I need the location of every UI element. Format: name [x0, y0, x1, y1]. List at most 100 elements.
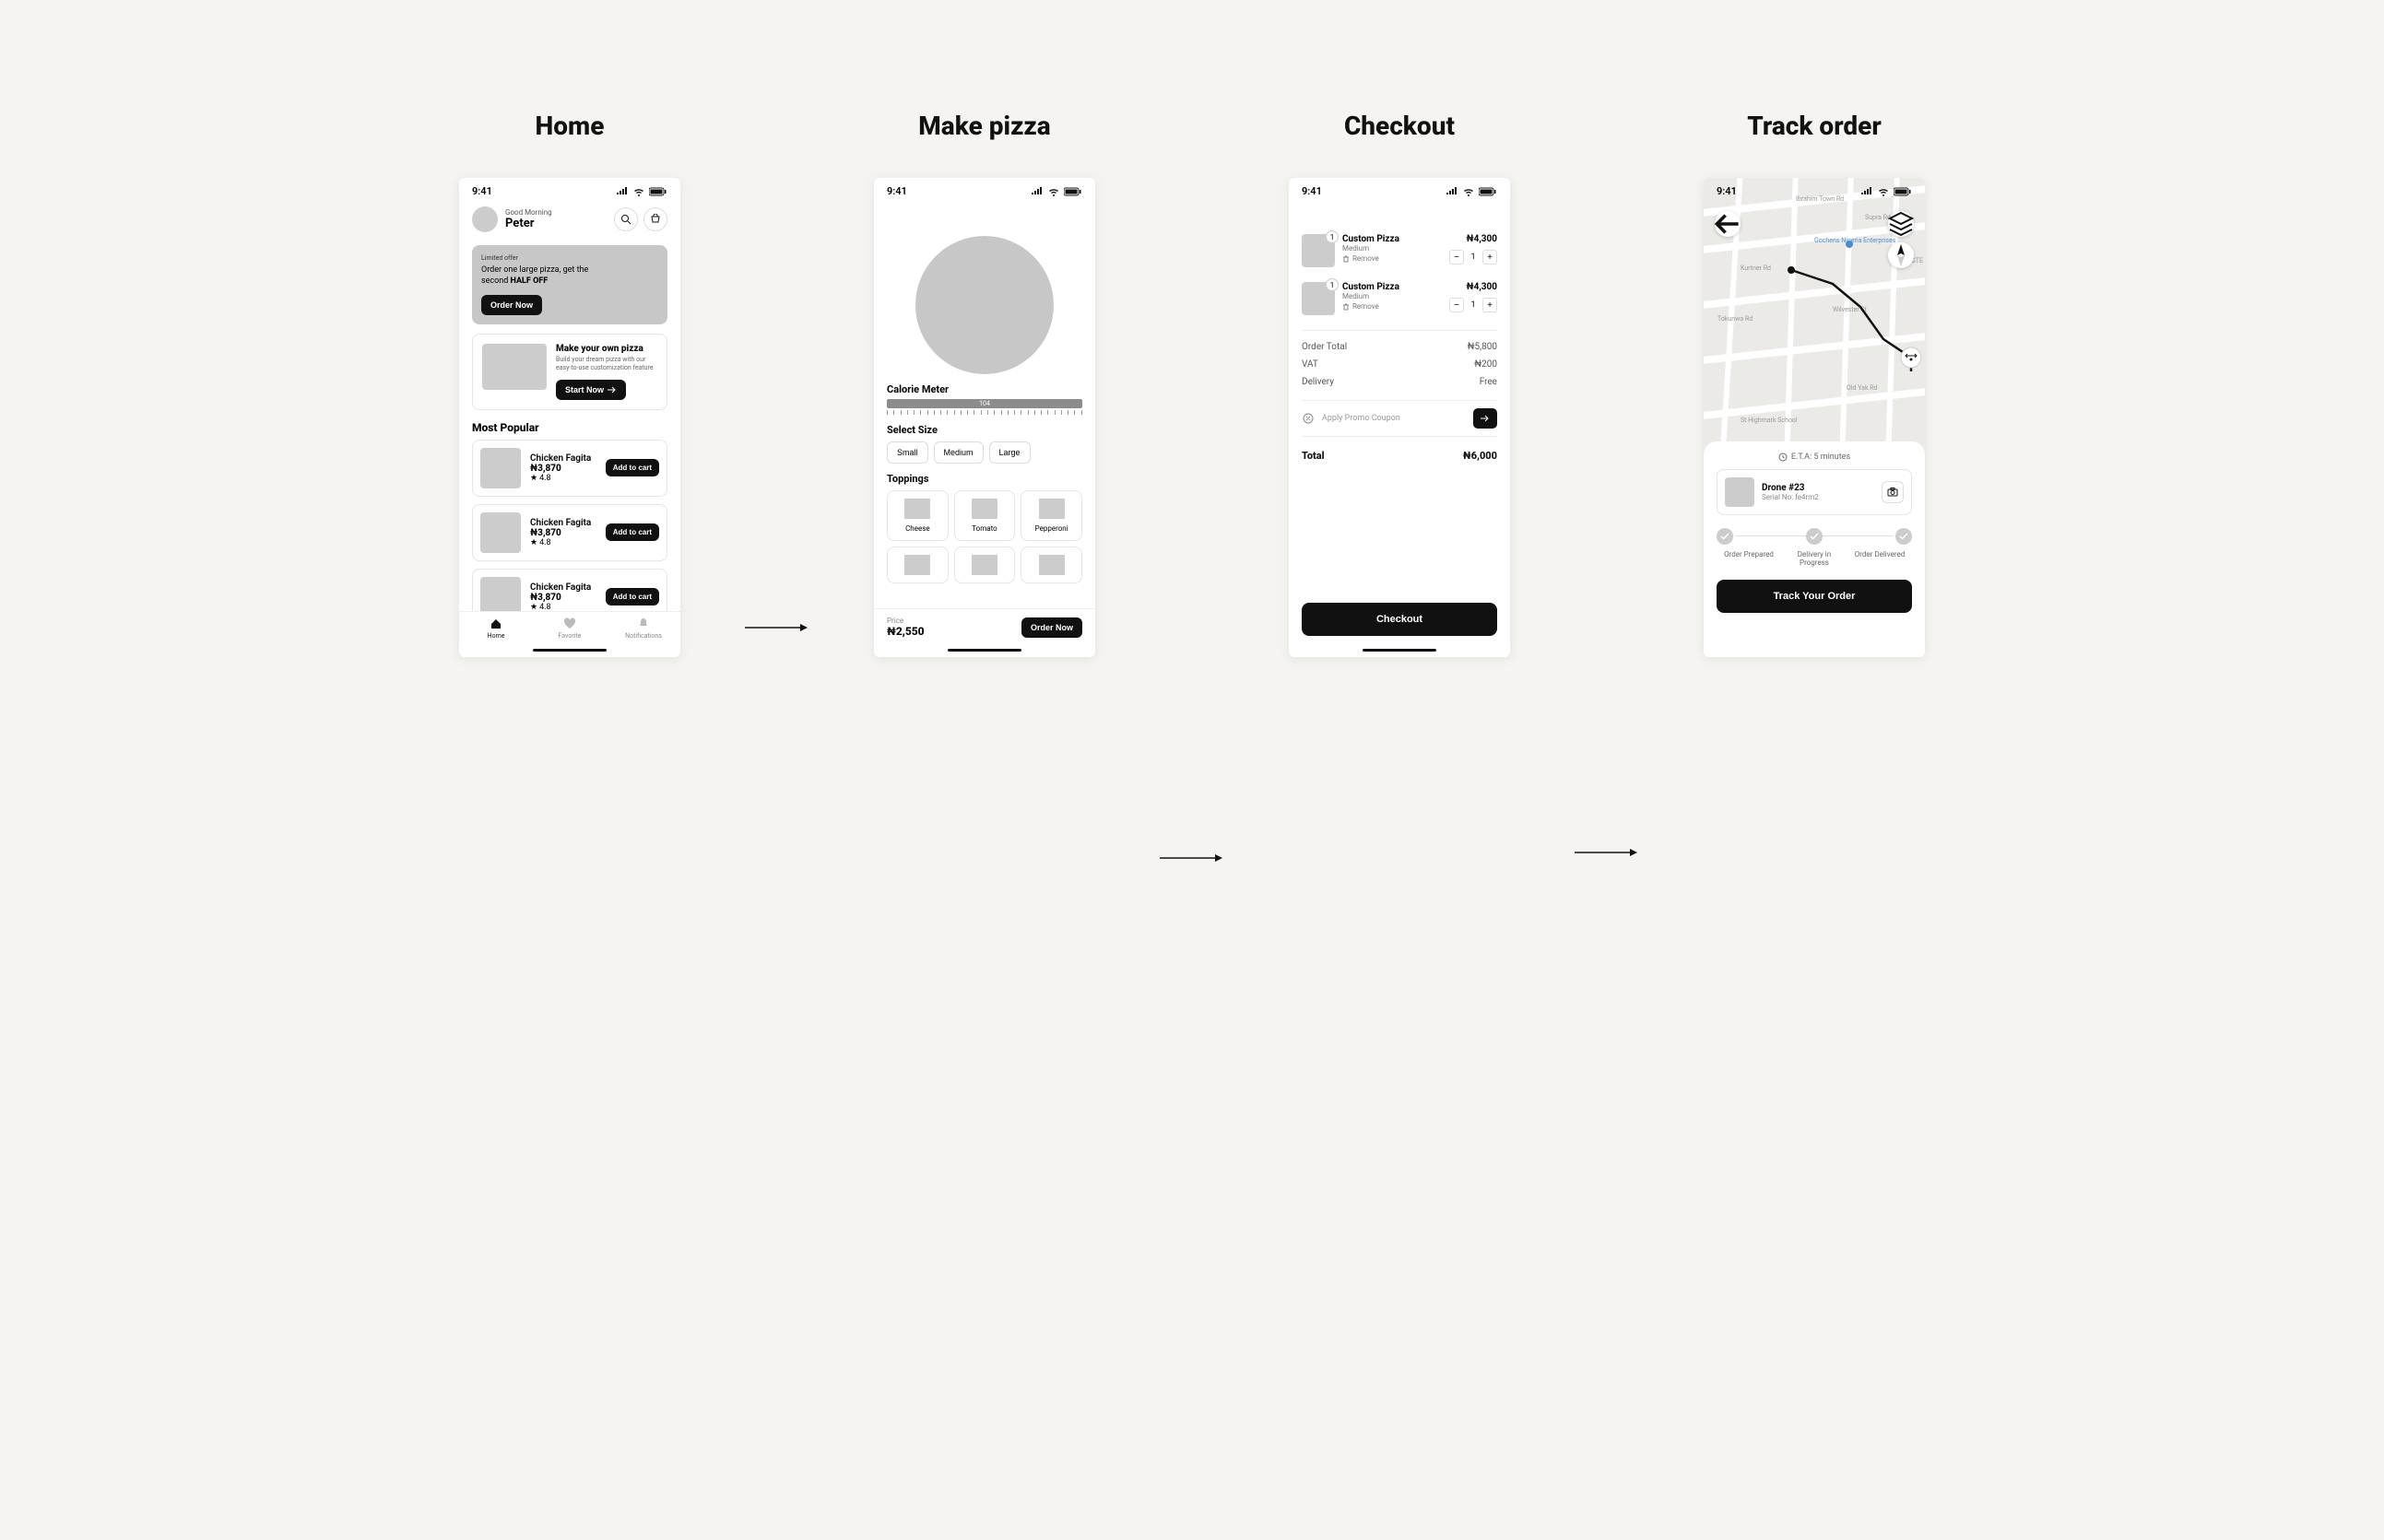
- status-bar: 9:41: [459, 178, 680, 201]
- calorie-ticks: [887, 410, 1082, 415]
- list-item: Chicken Fagita ₦3,870 ★ 4.8 Add to cart: [472, 569, 667, 611]
- price-value: ₦2,550: [887, 625, 925, 638]
- size-large-button[interactable]: Large: [989, 441, 1031, 464]
- vat-value: ₦200: [1474, 359, 1497, 370]
- topping-tomato[interactable]: Tomato: [954, 490, 1016, 541]
- bottom-nav: Home Favorite Notifications: [459, 611, 680, 645]
- price-label: Price: [887, 617, 925, 625]
- promo-banner: Limited offer Order one large pizza, get…: [472, 245, 667, 324]
- status-time: 9:41: [472, 185, 492, 197]
- topping-item[interactable]: [1021, 547, 1082, 583]
- layers-icon[interactable]: [1888, 211, 1914, 237]
- item-rating: ★ 4.8: [530, 603, 596, 611]
- home-indicator: [948, 649, 1021, 652]
- svg-text:St Highmark School: St Highmark School: [1741, 417, 1798, 424]
- cart-badge: 1: [1326, 230, 1339, 243]
- qty-plus-button[interactable]: +: [1482, 298, 1497, 312]
- svg-text:Kurtner Rd: Kurtner Rd: [1741, 265, 1771, 272]
- topping-item[interactable]: [887, 547, 949, 583]
- cart-item-name: Custom Pizza: [1342, 234, 1442, 244]
- remove-button[interactable]: Remove: [1342, 254, 1442, 263]
- item-name: Chicken Fagita: [530, 582, 596, 593]
- remove-button[interactable]: Remove: [1342, 302, 1442, 311]
- order-total-label: Order Total: [1302, 342, 1347, 352]
- qty-plus-button[interactable]: +: [1482, 250, 1497, 265]
- nav-notifications[interactable]: Notifications: [607, 612, 680, 645]
- topping-image: [904, 499, 930, 519]
- step-dot: [1717, 528, 1733, 545]
- step-dot: [1806, 528, 1823, 545]
- size-label: Select Size: [887, 424, 1082, 436]
- topping-image: [904, 555, 930, 575]
- promo-cta-button[interactable]: Order Now: [481, 295, 542, 315]
- qty-minus-button[interactable]: −: [1449, 250, 1464, 265]
- add-to-cart-button[interactable]: Add to cart: [606, 523, 659, 541]
- qty-value: 1: [1468, 300, 1479, 310]
- make-pizza-desc: Build your dream pizza with our easy-to-…: [556, 356, 657, 372]
- title-home: Home: [459, 111, 680, 141]
- list-item: Chicken Fagita ₦3,870 ★ 4.8 Add to cart: [472, 440, 667, 497]
- topping-cheese[interactable]: Cheese: [887, 490, 949, 541]
- topping-image: [1039, 555, 1065, 575]
- track-order-button[interactable]: Track Your Order: [1717, 580, 1912, 613]
- back-button[interactable]: [1289, 201, 1315, 219]
- add-to-cart-button[interactable]: Add to cart: [606, 459, 659, 476]
- camera-button[interactable]: [1882, 481, 1904, 503]
- start-now-button[interactable]: Start Now: [556, 380, 626, 400]
- clock-icon: [1778, 453, 1788, 462]
- topping-pepperoni[interactable]: Pepperoni: [1021, 490, 1082, 541]
- delivery-value: Free: [1480, 377, 1497, 387]
- promo-input[interactable]: Apply Promo Coupon: [1322, 414, 1466, 423]
- home-indicator: [533, 649, 607, 652]
- topping-item[interactable]: [954, 547, 1016, 583]
- screen-make-pizza: 9:41 Calorie Meter 104 Select Size Small…: [874, 178, 1095, 657]
- screen-track-order: 9:41 Ibrahim Town Rd Supra Rd Gochens Ni…: [1704, 178, 1925, 657]
- most-popular-heading: Most Popular: [472, 421, 667, 434]
- item-thumb: [480, 448, 521, 488]
- status-bar: 9:41: [1704, 178, 1925, 201]
- cart-icon[interactable]: [643, 207, 667, 231]
- back-button[interactable]: [874, 201, 900, 219]
- compass-icon[interactable]: [1888, 242, 1914, 268]
- title-checkout: Checkout: [1289, 111, 1510, 141]
- cart-item-sub: Medium: [1342, 292, 1442, 300]
- cart-thumb: 1: [1302, 282, 1335, 315]
- drone-card: Drone #23 Serial No: fe4rm2: [1717, 469, 1912, 515]
- flow-arrow-icon: [1160, 849, 1224, 867]
- vat-label: VAT: [1302, 359, 1318, 370]
- add-to-cart-button[interactable]: Add to cart: [606, 588, 659, 605]
- topping-image: [972, 499, 997, 519]
- drone-name: Drone #23: [1762, 483, 1874, 493]
- qty-minus-button[interactable]: −: [1449, 298, 1464, 312]
- flow-arrow-icon: [745, 618, 809, 637]
- step-dot: [1895, 528, 1912, 545]
- size-medium-button[interactable]: Medium: [934, 441, 984, 464]
- avatar[interactable]: [472, 206, 498, 232]
- item-price: ₦3,870: [530, 528, 596, 538]
- screen-checkout: 9:41 1 Custom Pizza Medium Remove: [1289, 178, 1510, 657]
- flow-arrow-icon: [1575, 843, 1639, 862]
- item-price: ₦3,870: [530, 593, 596, 603]
- greeting-name: Peter: [505, 217, 614, 230]
- trash-icon: [1342, 255, 1350, 263]
- size-small-button[interactable]: Small: [887, 441, 928, 464]
- make-pizza-image: [482, 344, 547, 390]
- checkout-button[interactable]: Checkout: [1302, 603, 1497, 636]
- make-pizza-card: Make your own pizza Build your dream piz…: [472, 334, 667, 409]
- cart-item-price: ₦4,300: [1449, 282, 1497, 292]
- arrow-right-icon: [608, 386, 617, 394]
- order-now-button[interactable]: Order Now: [1021, 617, 1082, 638]
- map[interactable]: Ibrahim Town Rd Supra Rd Gochens Nigeria…: [1704, 178, 1925, 454]
- total-label: Total: [1302, 450, 1325, 462]
- nav-home[interactable]: Home: [459, 612, 533, 645]
- total-value: ₦6,000: [1463, 450, 1497, 462]
- search-icon[interactable]: [614, 207, 638, 231]
- item-rating: ★ 4.8: [530, 474, 596, 483]
- qty-value: 1: [1468, 253, 1479, 262]
- nav-favorite[interactable]: Favorite: [533, 612, 607, 645]
- heart-icon: [563, 617, 576, 630]
- promo-apply-button[interactable]: [1473, 408, 1497, 429]
- drone-thumb: [1725, 477, 1754, 507]
- cart-item-name: Custom Pizza: [1342, 282, 1442, 292]
- back-button[interactable]: [1715, 211, 1741, 237]
